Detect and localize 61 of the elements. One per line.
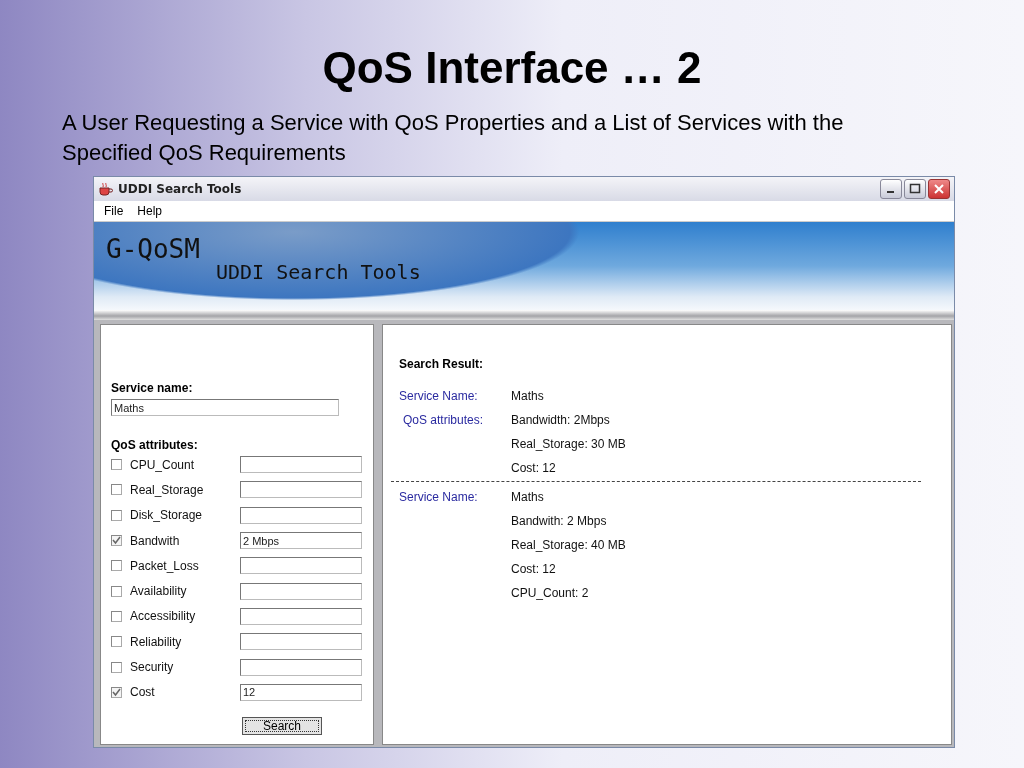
maximize-button[interactable] <box>904 179 926 199</box>
service-name: Maths <box>511 490 545 504</box>
checkbox[interactable] <box>111 686 122 698</box>
attribute-value: Real_Storage: 30 MB <box>511 437 627 451</box>
checkbox-label: Security <box>130 660 175 674</box>
service-name-field[interactable]: Maths <box>111 399 339 416</box>
checkbox-label: Accessibility <box>130 609 197 624</box>
attribute-field[interactable] <box>240 582 362 600</box>
attribute-field[interactable] <box>240 481 362 499</box>
attribute-field[interactable] <box>240 456 362 474</box>
menu-item[interactable]: File <box>104 204 124 218</box>
attribute-value: CPU_Count: 2 <box>511 586 590 600</box>
search-button[interactable]: Search <box>242 716 322 735</box>
section-label: QoS attributes: <box>111 438 199 452</box>
checkbox[interactable] <box>111 509 122 521</box>
checkbox-label: Reliability <box>130 634 183 649</box>
field-label: Service name: <box>111 381 194 395</box>
service-name: Maths <box>511 389 545 403</box>
attribute-value: Cost: 12 <box>511 461 557 475</box>
checkbox-label: Bandwith <box>130 533 181 548</box>
checkbox[interactable] <box>111 560 122 572</box>
checkbox[interactable] <box>111 610 122 622</box>
checkbox[interactable] <box>111 459 122 471</box>
checkbox-label: Packet_Loss <box>130 558 200 573</box>
attribute-field[interactable] <box>240 658 362 676</box>
minimize-icon <box>887 191 894 193</box>
checkbox-label: Cost <box>130 685 156 700</box>
attribute-field[interactable] <box>240 506 362 524</box>
banner-logo: G-QoSM <box>106 234 200 264</box>
attribute-field[interactable] <box>240 633 362 651</box>
attribute-field[interactable] <box>240 607 362 625</box>
results-heading: Search Result: <box>399 357 485 371</box>
attribute-value: Real_Storage: 40 MB <box>511 538 627 552</box>
window-title: UDDI Search Tools <box>118 182 243 196</box>
checkbox-label: Availability <box>130 584 188 599</box>
checkbox-label: Disk_Storage <box>130 508 204 523</box>
slide-subtitle: A User Requesting a Service with QoS Properties and a List of Services with the Specified QoS Requirements <box>62 109 845 167</box>
checkbox[interactable] <box>111 585 122 597</box>
close-icon <box>934 184 944 194</box>
attribute-field[interactable] <box>240 557 362 575</box>
checkbox[interactable] <box>111 661 122 673</box>
checkbox-label: Real_Storage <box>130 482 205 497</box>
attribute-value: Bandwith: 2 Mbps <box>511 514 608 528</box>
field-label: QoS attributes: <box>403 413 485 427</box>
checkbox-label: CPU_Count <box>130 457 196 472</box>
close-button[interactable] <box>928 179 950 199</box>
checkbox[interactable] <box>111 535 122 547</box>
banner-subtitle: UDDI Search Tools <box>216 260 421 284</box>
cup-icon <box>98 182 114 196</box>
checkbox[interactable] <box>111 636 122 648</box>
minimize-button[interactable] <box>880 179 902 199</box>
field-label: Service Name: <box>399 389 479 403</box>
attribute-field[interactable]: 12 <box>240 683 362 701</box>
checkbox[interactable] <box>111 484 122 496</box>
maximize-icon <box>909 183 921 194</box>
slide-title: QoS Interface … 2 <box>321 42 703 94</box>
field-label: Service Name: <box>399 490 479 504</box>
attribute-field[interactable]: 2 Mbps <box>240 532 362 550</box>
attribute-value: Cost: 12 <box>511 562 557 576</box>
attribute-value: Bandwidth: 2Mbps <box>511 413 611 427</box>
menu-item[interactable]: Help <box>137 204 163 218</box>
